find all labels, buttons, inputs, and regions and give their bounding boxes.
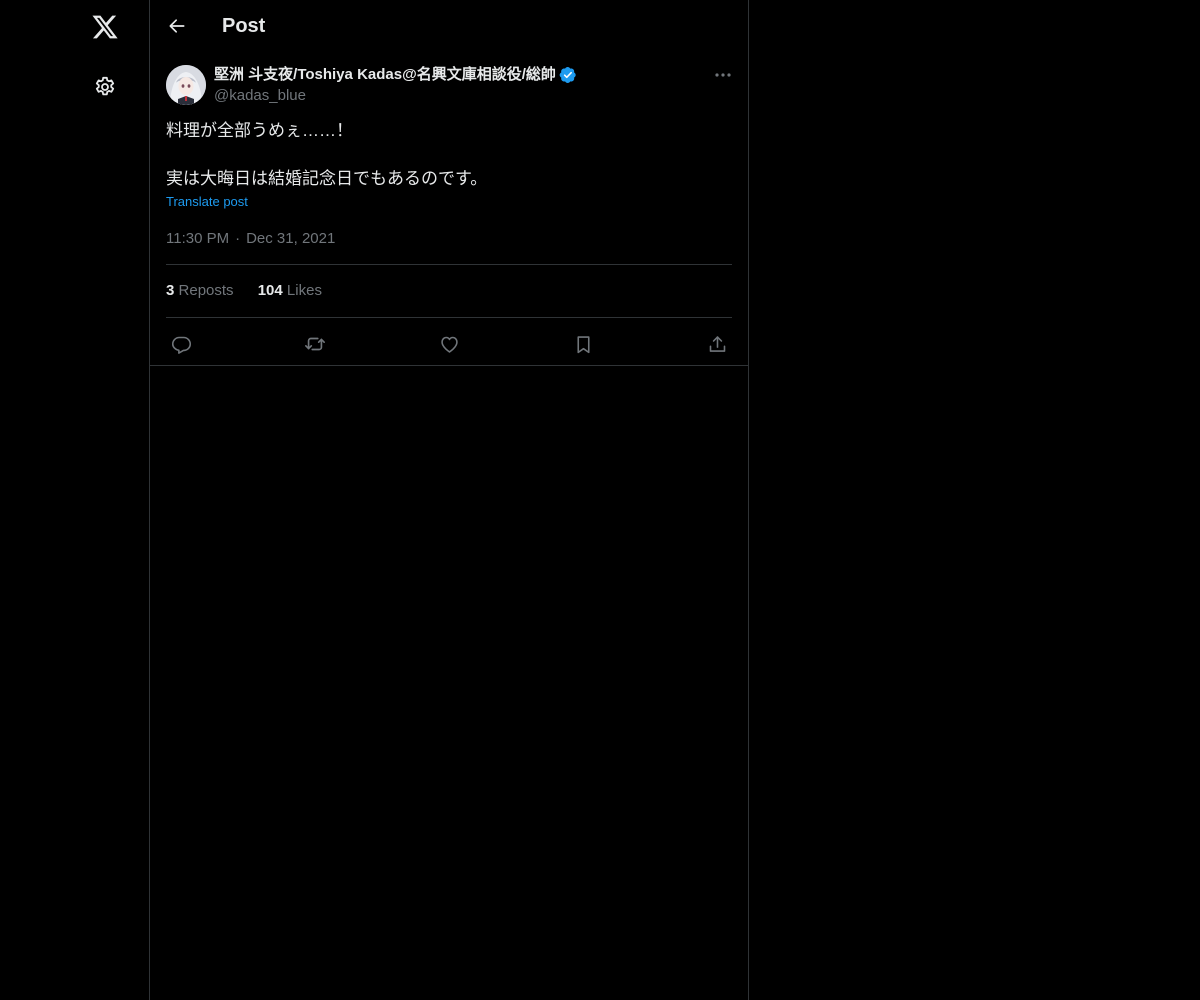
more-horizontal-icon bbox=[715, 73, 731, 77]
bookmark-button[interactable] bbox=[568, 329, 598, 359]
arrow-left-icon bbox=[169, 19, 185, 33]
reposts-label: Reposts bbox=[178, 282, 234, 299]
settings-button[interactable] bbox=[81, 63, 129, 111]
likes-label: Likes bbox=[286, 282, 322, 299]
avatar[interactable] bbox=[166, 65, 206, 105]
translate-post-link[interactable]: Translate post bbox=[166, 194, 248, 210]
divider bbox=[166, 264, 732, 265]
share-icon bbox=[709, 335, 725, 352]
more-options-button[interactable] bbox=[710, 64, 736, 86]
side-navigation bbox=[0, 0, 149, 1000]
reply-button[interactable] bbox=[166, 329, 196, 359]
x-logo-link[interactable] bbox=[81, 3, 129, 51]
verified-badge-icon[interactable] bbox=[559, 66, 577, 84]
gear-icon bbox=[95, 76, 115, 96]
app-root: Post 堅洲 斗支夜/Toshiya Kadas@名興文庫相談役/総帥 @ka… bbox=[0, 0, 1200, 1000]
main-column: Post 堅洲 斗支夜/Toshiya Kadas@名興文庫相談役/総帥 @ka… bbox=[149, 0, 749, 1000]
page-header: Post bbox=[150, 0, 748, 53]
reposts-stat[interactable]: 3 Reposts bbox=[166, 281, 234, 301]
post: 堅洲 斗支夜/Toshiya Kadas@名興文庫相談役/総帥 @kadas_b… bbox=[150, 53, 748, 366]
back-button[interactable] bbox=[160, 9, 194, 43]
post-text: 料理が全部うめぇ……！ 実は大晦日は結婚記念日でもあるのです。 bbox=[166, 119, 732, 191]
heart-icon bbox=[440, 336, 458, 353]
author-name[interactable]: 堅洲 斗支夜/Toshiya Kadas@名興文庫相談役/総帥 bbox=[214, 65, 556, 85]
post-actions bbox=[150, 327, 748, 357]
post-stats: 3 Reposts 104 Likes bbox=[166, 281, 342, 301]
post-text-line bbox=[166, 143, 732, 167]
post-time[interactable]: 11:30 PM bbox=[166, 230, 229, 247]
page-title: Post bbox=[222, 15, 266, 37]
post-text-line: 料理が全部うめぇ……！ bbox=[166, 121, 353, 140]
repost-icon bbox=[305, 337, 325, 351]
like-button[interactable] bbox=[434, 329, 464, 359]
divider bbox=[166, 317, 732, 318]
author-name-row[interactable]: 堅洲 斗支夜/Toshiya Kadas@名興文庫相談役/総帥 bbox=[214, 65, 577, 85]
post-timestamp[interactable]: 11:30 PM · Dec 31, 2021 bbox=[166, 229, 335, 249]
reply-icon bbox=[171, 336, 191, 354]
likes-count: 104 bbox=[257, 282, 283, 299]
share-button[interactable] bbox=[702, 329, 732, 359]
repost-button[interactable] bbox=[300, 329, 330, 359]
post-text-line: 実は大晦日は結婚記念日でもあるのです。 bbox=[166, 169, 488, 188]
likes-stat[interactable]: 104 Likes bbox=[258, 281, 322, 301]
post-date[interactable]: Dec 31, 2021 bbox=[246, 230, 335, 247]
avatar-image bbox=[166, 65, 206, 105]
x-logo-icon bbox=[92, 15, 118, 39]
timestamp-separator: · bbox=[235, 230, 241, 247]
author-handle[interactable]: @kadas_blue bbox=[214, 86, 306, 106]
bookmark-icon bbox=[576, 335, 590, 353]
reposts-count: 3 bbox=[166, 282, 175, 299]
